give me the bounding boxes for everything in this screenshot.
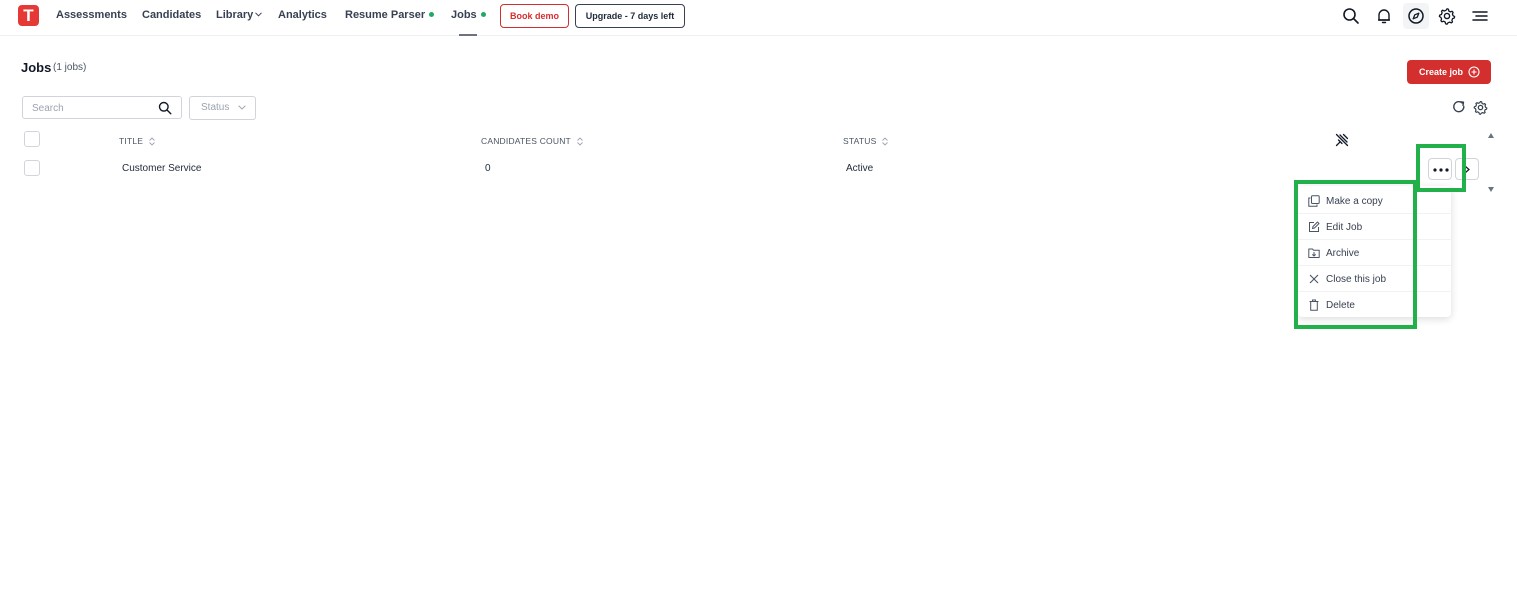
candidates-count-cell: 0 — [485, 163, 491, 174]
nav-item-jobs-label: Jobs — [451, 9, 477, 21]
select-all-checkbox[interactable] — [24, 131, 40, 147]
top-navigation-bar: T Assessments Candidates Library Analyti… — [0, 0, 1517, 36]
column-header-candidates-count[interactable]: CANDIDATES COUNT — [481, 136, 583, 146]
nav-item-resume-parser[interactable]: Resume Parser — [345, 9, 435, 21]
menu-item-label: Close this job — [1326, 274, 1387, 285]
gear-icon[interactable] — [1438, 7, 1456, 25]
gear-icon[interactable] — [1473, 100, 1488, 115]
active-tab-indicator — [459, 34, 477, 36]
sort-icon — [882, 137, 889, 146]
row-actions-menu: Make a copy Edit Job Archive Close this … — [1298, 186, 1451, 317]
copy-icon — [1308, 195, 1320, 207]
close-icon — [1309, 274, 1319, 284]
job-title-cell[interactable]: Customer Service — [122, 163, 201, 174]
search-icon[interactable] — [158, 101, 172, 115]
nav-item-resume-parser-label: Resume Parser — [345, 9, 426, 21]
nav-item-candidates[interactable]: Candidates — [142, 9, 201, 21]
bell-icon[interactable] — [1375, 7, 1393, 25]
status-filter-label: Status — [201, 102, 230, 113]
edit-icon — [1309, 221, 1320, 232]
sort-icon — [577, 137, 583, 146]
menu-item-close-this-job[interactable]: Close this job — [1298, 266, 1451, 292]
refresh-icon[interactable] — [1452, 100, 1466, 114]
status-dot — [429, 12, 435, 17]
app-logo[interactable]: T — [18, 5, 39, 26]
compass-button[interactable] — [1403, 3, 1429, 29]
column-header-label: CANDIDATES COUNT — [481, 136, 571, 146]
status-dot — [480, 12, 486, 17]
plus-circle-icon — [1468, 66, 1480, 78]
book-demo-button[interactable]: Book demo — [500, 4, 569, 28]
create-job-label: Create job — [1419, 67, 1464, 77]
sort-icon — [149, 137, 155, 146]
jobs-count: (1 jobs) — [53, 62, 87, 73]
menu-item-archive[interactable]: Archive — [1298, 240, 1451, 266]
row-checkbox[interactable] — [24, 160, 40, 176]
chevron-down-icon — [255, 12, 263, 17]
menu-item-label: Delete — [1326, 300, 1355, 311]
search-icon[interactable] — [1342, 7, 1360, 25]
more-actions-button[interactable] — [1428, 158, 1452, 180]
column-header-title[interactable]: TITLE — [119, 136, 155, 146]
search-input[interactable] — [32, 101, 152, 115]
menu-item-label: Archive — [1326, 248, 1360, 259]
nav-item-analytics[interactable]: Analytics — [278, 9, 327, 21]
create-job-button[interactable]: Create job — [1407, 60, 1491, 84]
upgrade-button[interactable]: Upgrade - 7 days left — [575, 4, 685, 28]
menu-icon[interactable] — [1471, 7, 1489, 25]
scroll-up-arrow[interactable] — [1488, 133, 1494, 138]
nav-item-library-label: Library — [216, 9, 254, 21]
menu-item-delete[interactable]: Delete — [1298, 292, 1451, 318]
nav-item-assessments[interactable]: Assessments — [56, 9, 127, 21]
menu-item-label: Edit Job — [1326, 222, 1363, 233]
menu-item-make-a-copy[interactable]: Make a copy — [1298, 188, 1451, 214]
row-open-button[interactable] — [1455, 158, 1479, 180]
status-filter-select[interactable]: Status — [189, 96, 256, 120]
nav-item-jobs[interactable]: Jobs — [451, 9, 486, 21]
menu-item-label: Make a copy — [1326, 196, 1383, 207]
nav-item-library[interactable]: Library — [216, 9, 263, 21]
page-title: Jobs — [21, 60, 52, 75]
archive-icon — [1308, 248, 1320, 258]
search-box — [22, 96, 182, 119]
unpin-icon[interactable] — [1335, 133, 1349, 147]
chevron-right-icon — [1464, 165, 1470, 174]
column-header-status[interactable]: STATUS — [843, 136, 889, 146]
menu-item-edit-job[interactable]: Edit Job — [1298, 214, 1451, 240]
more-horizontal-icon — [1433, 168, 1449, 172]
trash-icon — [1309, 299, 1319, 311]
chevron-down-icon — [238, 105, 246, 110]
scroll-down-arrow[interactable] — [1488, 187, 1494, 192]
column-header-label: TITLE — [119, 136, 144, 146]
compass-icon — [1408, 8, 1424, 24]
column-header-label: STATUS — [843, 136, 877, 146]
status-cell: Active — [846, 163, 874, 174]
